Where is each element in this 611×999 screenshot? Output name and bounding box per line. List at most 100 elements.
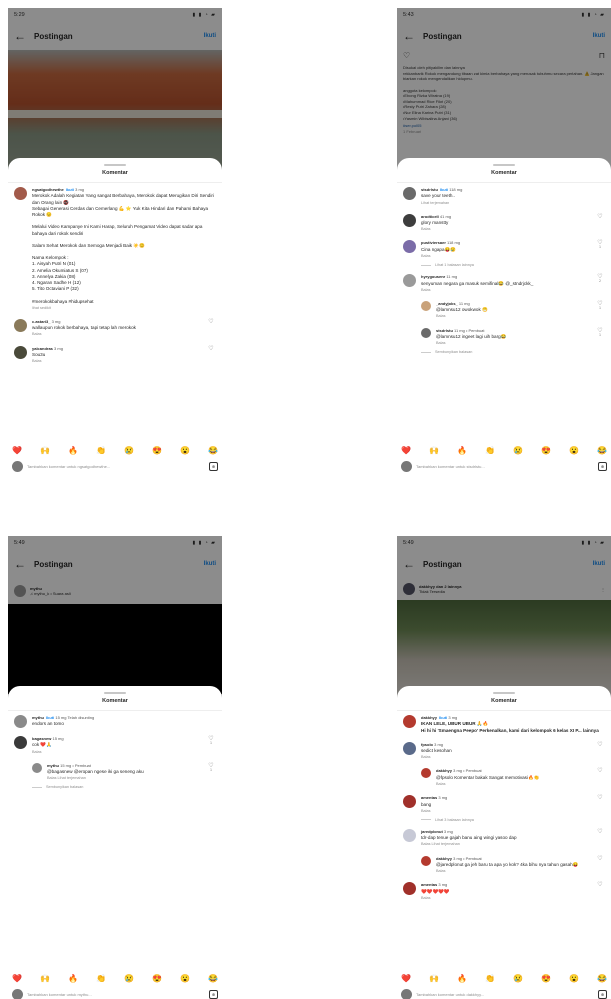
avatar[interactable]	[421, 300, 431, 311]
emoji-laugh[interactable]: 😂	[597, 446, 607, 455]
translate-link[interactable]: Lihat terjemahan	[421, 201, 605, 206]
reply-button[interactable]: Balas	[32, 332, 206, 337]
emoji-cry[interactable]: 😢	[124, 974, 134, 983]
comment-username[interactable]: amentas	[421, 882, 437, 887]
comment-username[interactable]: dakkhyy	[436, 856, 452, 861]
reply-button[interactable]: Balas	[421, 254, 595, 259]
reply-button[interactable]: Balas Lihat terjemahan	[421, 842, 595, 847]
comment-username[interactable]: hyrygousenr	[421, 274, 445, 279]
like-heart-icon[interactable]: ♡	[595, 768, 605, 774]
comment-username[interactable]: _andyjoks_	[436, 301, 458, 306]
emoji-cry[interactable]: 😢	[513, 446, 523, 455]
avatar[interactable]	[14, 345, 27, 359]
emoji-laugh[interactable]: 😂	[208, 974, 218, 983]
comment-username[interactable]: jaredplonut	[421, 829, 443, 834]
comment-username[interactable]: fpsolo	[421, 742, 433, 747]
like-heart-icon[interactable]: ♡	[595, 795, 605, 801]
emoji-raised-hands[interactable]: 🙌	[40, 974, 50, 983]
like-heart-icon[interactable]: ♡ 1	[595, 300, 605, 311]
emoji-raised-hands[interactable]: 🙌	[429, 974, 439, 983]
reply-button[interactable]: Balas Lihat terjemahan	[47, 776, 206, 781]
avatar[interactable]	[403, 741, 416, 755]
emoji-raised-hands[interactable]: 🙌	[40, 446, 50, 455]
avatar[interactable]	[403, 274, 416, 288]
like-heart-icon[interactable]: ♡ 1	[595, 240, 605, 250]
comment-username[interactable]: dakkhyy	[421, 715, 437, 720]
follow-link[interactable]: Ikuti	[439, 715, 447, 720]
reply-button[interactable]: Balas	[421, 755, 595, 760]
comment-username[interactable]: arodticell	[421, 214, 439, 219]
reply-button[interactable]: Balas	[421, 227, 595, 232]
gif-icon[interactable]: ⊕	[598, 990, 607, 999]
emoji-laugh[interactable]: 😂	[597, 974, 607, 983]
like-heart-icon[interactable]: ♡ 1	[206, 762, 216, 773]
emoji-cry[interactable]: 😢	[124, 446, 134, 455]
comment-username[interactable]: mythu	[32, 715, 44, 720]
follow-link[interactable]: Ikuti	[46, 715, 54, 720]
emoji-heart[interactable]: ❤️	[12, 974, 22, 983]
avatar[interactable]	[403, 187, 416, 200]
avatar[interactable]	[421, 327, 431, 338]
comment-username[interactable]: mythu	[47, 763, 59, 768]
comment-input[interactable]: Tambahkan komentar untuk dakkhyy...	[416, 992, 594, 997]
emoji-heart[interactable]: ❤️	[401, 446, 411, 455]
emoji-wow[interactable]: 😮	[569, 446, 579, 455]
emoji-clap[interactable]: 👏	[96, 446, 106, 455]
emoji-fire[interactable]: 🔥	[68, 974, 78, 983]
comment-username[interactable]: yalcandras	[32, 346, 53, 351]
avatar[interactable]	[32, 762, 42, 773]
comment-username[interactable]: c.astari3_	[32, 319, 50, 324]
like-heart-icon[interactable]: ♡	[595, 741, 605, 748]
avatar[interactable]	[403, 240, 416, 254]
hide-replies[interactable]: Sembunyikan balasan	[32, 785, 216, 789]
avatar[interactable]	[403, 882, 416, 896]
like-heart-icon[interactable]: ♡ 1	[206, 736, 216, 746]
comment-username[interactable]: stsdrlstu	[436, 328, 453, 333]
emoji-laugh[interactable]: 😂	[208, 446, 218, 455]
emoji-fire[interactable]: 🔥	[457, 446, 467, 455]
avatar[interactable]	[403, 715, 416, 728]
emoji-heart-eyes[interactable]: 😍	[541, 974, 551, 983]
reply-button[interactable]: Balas	[421, 896, 595, 901]
avatar[interactable]	[403, 795, 416, 809]
sheet-handle[interactable]	[104, 692, 126, 694]
reply-button[interactable]: Balas	[32, 750, 206, 755]
gif-icon[interactable]: ⊕	[209, 990, 218, 999]
reply-button[interactable]: Balas	[436, 869, 595, 874]
gif-icon[interactable]: ⊕	[209, 462, 218, 471]
reply-button[interactable]: Balas	[32, 359, 206, 364]
avatar[interactable]	[421, 855, 431, 866]
avatar[interactable]	[403, 828, 416, 842]
emoji-wow[interactable]: 😮	[180, 446, 190, 455]
emoji-fire[interactable]: 🔥	[457, 974, 467, 983]
comment-input[interactable]: Tambahkan komentar untuk ngsatgodhewthe.…	[27, 464, 205, 469]
like-heart-icon[interactable]: ♡	[206, 318, 216, 325]
like-heart-icon[interactable]: ♡	[206, 345, 216, 352]
avatar[interactable]	[14, 736, 27, 749]
emoji-cry[interactable]: 😢	[513, 974, 523, 983]
like-heart-icon[interactable]: ♡	[595, 882, 605, 888]
like-heart-icon[interactable]: ♡	[595, 828, 605, 835]
reply-button[interactable]: Balas	[436, 782, 595, 787]
avatar[interactable]	[403, 213, 416, 227]
hide-replies[interactable]: Sembunyikan balasan	[421, 350, 605, 354]
emoji-raised-hands[interactable]: 🙌	[429, 446, 439, 455]
emoji-heart[interactable]: ❤️	[12, 446, 22, 455]
avatar[interactable]	[421, 768, 431, 779]
emoji-heart-eyes[interactable]: 😍	[541, 446, 551, 455]
gif-icon[interactable]: ⊕	[598, 462, 607, 471]
like-heart-icon[interactable]: ♡ 1	[595, 327, 605, 338]
view-more-replies[interactable]: Lihat 3 balasan lainnya	[421, 818, 605, 822]
emoji-clap[interactable]: 👏	[485, 974, 495, 983]
emoji-clap[interactable]: 👏	[96, 974, 106, 983]
emoji-fire[interactable]: 🔥	[68, 446, 78, 455]
avatar[interactable]	[14, 715, 27, 728]
sheet-handle[interactable]	[493, 164, 515, 166]
comment-username[interactable]: pustiviersaer	[421, 240, 446, 245]
emoji-heart-eyes[interactable]: 😍	[152, 974, 162, 983]
sheet-handle[interactable]	[493, 692, 515, 694]
view-more-replies[interactable]: Lihat 1 balasan lainnya	[421, 263, 605, 267]
comment-action[interactable]: lihat sedikit	[32, 306, 216, 311]
emoji-wow[interactable]: 😮	[180, 974, 190, 983]
comment-username[interactable]: dakkhyy	[436, 768, 452, 773]
